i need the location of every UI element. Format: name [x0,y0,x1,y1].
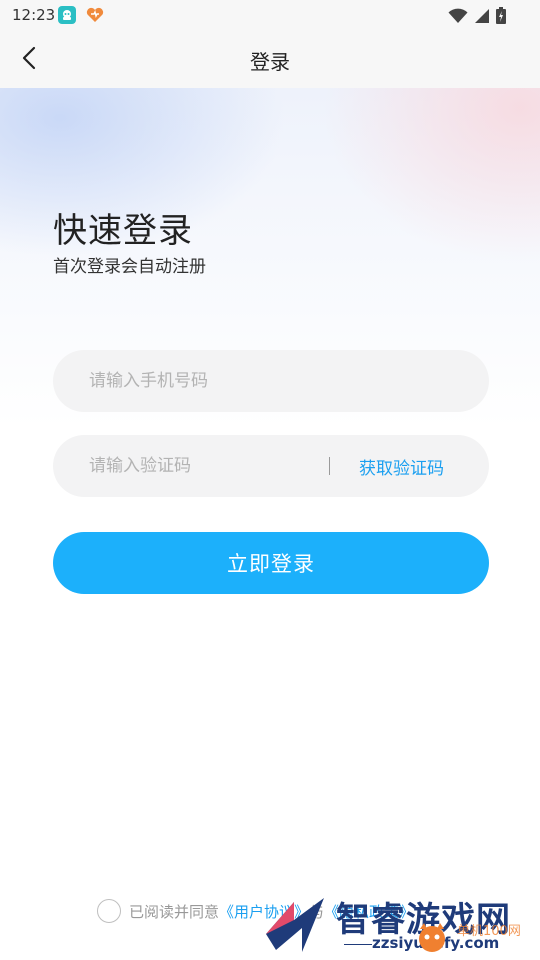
phone-field [53,350,489,412]
phone-input[interactable] [89,350,339,412]
heart-app-icon [86,7,104,23]
watermark-logo-icon [262,894,332,956]
nav-bar: 登录 [0,32,540,88]
signal-icon [474,8,490,28]
battery-icon [496,7,506,28]
hero-title: 快速登录 [53,211,193,251]
verification-code-input[interactable] [89,435,339,497]
app-notification-icon [58,6,76,24]
watermark-secondary: 单机100网 [457,924,521,939]
hero-subtitle: 首次登录会自动注册 [53,257,206,277]
agree-checkbox[interactable] [97,899,121,923]
page-title: 登录 [250,50,290,74]
status-indicators [448,7,506,28]
watermark-line [344,944,372,945]
field-divider [329,457,330,475]
get-code-button[interactable]: 获取验证码 [359,454,444,479]
watermark-mascot-icon [412,920,452,954]
status-time: 12:23 [12,6,56,24]
wifi-icon [448,8,468,28]
status-bar: 12:23 [0,0,540,32]
watermark: 智睿游戏网 zzsiyuxefy.com 单机100网 [262,890,540,960]
agreement-prefix: 已阅读并同意 [129,902,220,921]
login-button[interactable]: 立即登录 [53,532,489,594]
verification-code-field: 获取验证码 [53,435,489,497]
